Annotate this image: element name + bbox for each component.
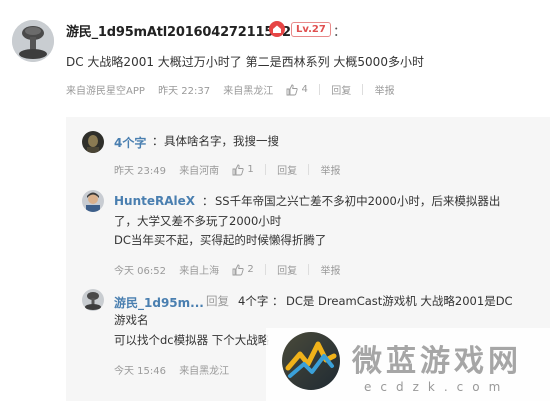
reply-colon: ：: [152, 134, 164, 148]
reply-to-label: 回复: [206, 294, 229, 308]
reply-username[interactable]: 4个字: [114, 134, 146, 151]
dark-portrait-avatar-icon: [82, 131, 104, 153]
reply-meta: 今天 15:46 来自黑龙江: [114, 362, 229, 377]
like-button[interactable]: 1: [232, 164, 254, 176]
like-count: 1: [247, 164, 254, 175]
report-button[interactable]: 举报: [321, 262, 341, 277]
like-count: 2: [247, 264, 254, 275]
reply-text-line: DC是 DreamCast游戏机 大战略2001是DC: [286, 294, 513, 308]
comment-username[interactable]: 游民_1d95mAtl20160427211532: [66, 21, 291, 40]
reply-text-line: 游戏名: [114, 313, 149, 327]
comment-text: DC 大战略2001 大概过万小时了 第二是西林系列 大概5000多小时: [66, 55, 424, 69]
main-comment: 游民_1d95mAtl20160427211532 Lv.27 ： DC 大战略…: [0, 0, 550, 110]
username-colon: ：: [333, 25, 347, 40]
like-button[interactable]: 4: [286, 84, 308, 96]
avatar[interactable]: [82, 190, 104, 212]
reply-location: 来自河南: [179, 166, 220, 177]
reply-time: 昨天 23:49: [114, 166, 166, 177]
avatar[interactable]: [82, 131, 104, 153]
reply-location: 来自黑龙江: [179, 366, 230, 377]
mushroom-cloud-avatar-icon: [82, 289, 104, 311]
reply-username[interactable]: 游民_1d95m...: [114, 294, 204, 311]
level-badge: Lv.27: [291, 22, 331, 37]
home-badge-icon: [269, 21, 285, 37]
watermark-title: 微蓝游戏网: [352, 344, 522, 379]
reply-location: 来自上海: [179, 266, 220, 277]
reply-time: 今天 15:46: [114, 366, 166, 377]
comment-location: 来自黑龙江: [223, 86, 274, 97]
reply-meta: 今天 06:52 来自上海 2 回复 举报: [114, 262, 341, 277]
reply-text: 具体啥名字，我搜一搜: [164, 134, 279, 148]
report-button[interactable]: 举报: [321, 162, 341, 177]
reply-username[interactable]: HunteRAleX: [114, 194, 195, 208]
thumbs-up-icon: [287, 84, 299, 95]
avatar[interactable]: [82, 289, 104, 311]
comment-meta: 来自游民星空APP 昨天 22:37 来自黑龙江 4 回复 举报: [66, 82, 395, 97]
watermark-subtitle: ecdzk.com: [364, 380, 510, 394]
reply-time: 今天 06:52: [114, 266, 166, 277]
reply-text-line: 可以找个dc模拟器 下个大战略: [114, 333, 270, 347]
reply-button[interactable]: 回复: [277, 262, 297, 277]
site-watermark: 微蓝游戏网 ecdzk.com: [266, 328, 550, 401]
reply-text-line: DC当年买不起，买得起的时候懒得折腾了: [114, 233, 327, 247]
reply-button[interactable]: 回复: [331, 82, 351, 97]
thumbs-up-icon: [232, 264, 244, 275]
person-photo-avatar-icon: [82, 190, 104, 212]
reply-colon: ：: [202, 194, 214, 208]
reply-to-user[interactable]: 4个字: [238, 292, 268, 311]
site-logo-icon: [282, 332, 340, 390]
reply-meta: 昨天 23:49 来自河南 1 回复 举报: [114, 162, 341, 177]
like-button[interactable]: 2: [232, 264, 254, 276]
like-count: 4: [301, 84, 308, 95]
reply-button[interactable]: 回复: [277, 162, 297, 177]
reply-colon: ：: [272, 294, 284, 308]
reply-text-line: 了，大学又差不多玩了2000小时: [114, 214, 282, 228]
reply-text-line: SS千年帝国之兴亡差不多初中2000小时，后来模拟器出: [215, 194, 501, 208]
mushroom-cloud-avatar-icon: [12, 20, 54, 62]
avatar[interactable]: [12, 20, 54, 62]
comment-source: 来自游民星空APP: [66, 86, 145, 97]
comment-time: 昨天 22:37: [158, 86, 211, 97]
report-button[interactable]: 举报: [375, 82, 395, 97]
thumbs-up-icon: [232, 164, 244, 175]
